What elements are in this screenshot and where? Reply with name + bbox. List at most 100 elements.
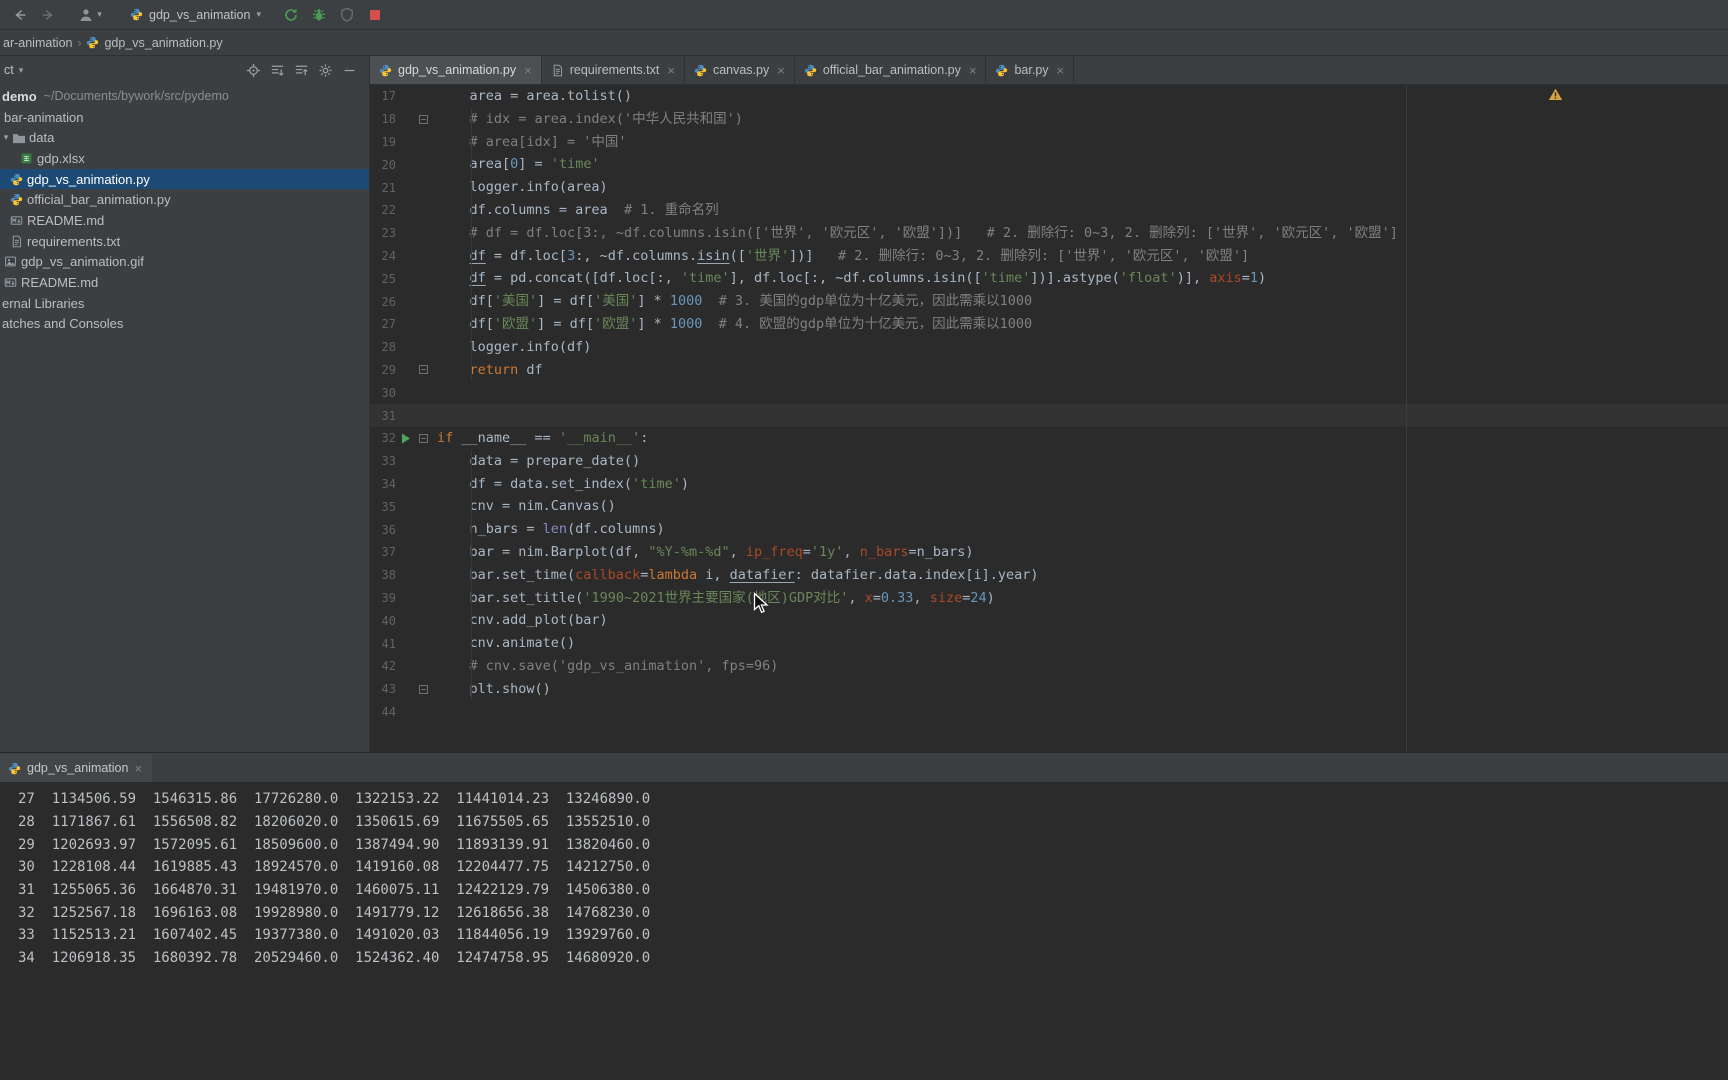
settings-gear-icon[interactable] xyxy=(313,59,337,81)
gutter[interactable]: 31 xyxy=(370,409,437,423)
gutter[interactable]: 24 xyxy=(370,249,437,263)
rerun-button[interactable] xyxy=(277,3,305,27)
code-line-42[interactable]: 42 # cnv.save('gdp_vs_animation', fps=96… xyxy=(370,655,1728,678)
gutter[interactable]: 22 xyxy=(370,203,437,217)
gutter[interactable]: 19 xyxy=(370,135,437,149)
run-console-tab[interactable]: gdp_vs_animation × xyxy=(0,754,153,782)
editor-tab-bar-py[interactable]: bar.py × xyxy=(986,56,1075,84)
gutter[interactable]: 38 xyxy=(370,568,437,582)
code-line-18[interactable]: 18 # idx = area.index('中华人民共和国') xyxy=(370,108,1728,131)
tree-item-ernal-libraries[interactable]: ernal Libraries xyxy=(0,293,369,314)
inspections-warning-icon[interactable] xyxy=(1548,88,1563,101)
close-icon[interactable]: × xyxy=(667,63,675,78)
gutter[interactable]: 39 xyxy=(370,591,437,605)
line-number[interactable]: 26 xyxy=(370,295,396,309)
gutter[interactable]: 18 xyxy=(370,112,437,126)
line-number[interactable]: 22 xyxy=(370,203,396,217)
breadcrumb-item-folder[interactable]: ar-animation xyxy=(3,36,72,50)
gutter[interactable]: 33 xyxy=(370,454,437,468)
chevron-expanded-icon[interactable]: ▾ xyxy=(0,132,12,143)
code-line-34[interactable]: 34 df = data.set_index('time') xyxy=(370,473,1728,496)
run-line-button[interactable] xyxy=(396,433,415,444)
debug-button[interactable] xyxy=(305,3,333,27)
code-line-31[interactable]: 31 xyxy=(370,404,1728,427)
gutter[interactable]: 42 xyxy=(370,659,437,673)
line-number[interactable]: 29 xyxy=(370,363,396,377)
editor-tab-gdp-vs-animation-py[interactable]: gdp_vs_animation.py × xyxy=(370,56,542,84)
tree-item-requirements-txt[interactable]: requirements.txt xyxy=(0,231,369,252)
line-number[interactable]: 17 xyxy=(370,89,396,103)
collapse-all-button[interactable] xyxy=(289,59,313,81)
line-number[interactable]: 19 xyxy=(370,135,396,149)
close-icon[interactable]: × xyxy=(777,63,785,78)
tree-item-gdp-xlsx[interactable]: gdp.xlsx xyxy=(0,148,369,169)
user-menu-button[interactable]: ▾ xyxy=(76,3,104,27)
console-output[interactable]: 27 1134506.59 1546315.86 17726280.0 1322… xyxy=(0,782,1728,1080)
code-line-27[interactable]: 27 df['欧盟'] = df['欧盟'] * 1000 # 4. 欧盟的gd… xyxy=(370,313,1728,336)
code-line-40[interactable]: 40 cnv.add_plot(bar) xyxy=(370,609,1728,632)
gutter[interactable]: 17 xyxy=(370,89,437,103)
gutter[interactable]: 35 xyxy=(370,500,437,514)
code-line-44[interactable]: 44 xyxy=(370,701,1728,724)
gutter[interactable]: 36 xyxy=(370,523,437,537)
code-line-30[interactable]: 30 xyxy=(370,381,1728,404)
gutter[interactable]: 26 xyxy=(370,295,437,309)
line-number[interactable]: 21 xyxy=(370,181,396,195)
gutter[interactable]: 34 xyxy=(370,477,437,491)
close-icon[interactable]: × xyxy=(134,761,142,776)
line-number[interactable]: 41 xyxy=(370,637,396,651)
fold-icon[interactable] xyxy=(415,433,431,443)
gutter[interactable]: 41 xyxy=(370,637,437,651)
line-number[interactable]: 38 xyxy=(370,568,396,582)
gutter[interactable]: 20 xyxy=(370,158,437,172)
gutter[interactable]: 44 xyxy=(370,705,437,719)
fold-icon[interactable] xyxy=(415,684,431,694)
code-line-43[interactable]: 43 plt.show() xyxy=(370,678,1728,701)
line-number[interactable]: 37 xyxy=(370,545,396,559)
code-line-25[interactable]: 25 df = pd.concat([df.loc[:, 'time'], df… xyxy=(370,267,1728,290)
line-number[interactable]: 28 xyxy=(370,340,396,354)
gutter[interactable]: 27 xyxy=(370,317,437,331)
line-number[interactable]: 43 xyxy=(370,682,396,696)
gutter[interactable]: 23 xyxy=(370,226,437,240)
gutter[interactable]: 25 xyxy=(370,272,437,286)
code-line-38[interactable]: 38 bar.set_time(callback=lambda i, dataf… xyxy=(370,564,1728,587)
line-number[interactable]: 27 xyxy=(370,317,396,331)
tree-item-gdp-vs-animation-gif[interactable]: gdp_vs_animation.gif xyxy=(0,252,369,273)
code-line-22[interactable]: 22 df.columns = area # 1. 重命名列 xyxy=(370,199,1728,222)
gutter[interactable]: 40 xyxy=(370,614,437,628)
line-number[interactable]: 36 xyxy=(370,523,396,537)
tree-item-atches-and-consoles[interactable]: atches and Consoles xyxy=(0,314,369,335)
code-line-19[interactable]: 19 # area[idx] = '中国' xyxy=(370,131,1728,154)
stop-button[interactable] xyxy=(361,3,389,27)
code-line-35[interactable]: 35 cnv = nim.Canvas() xyxy=(370,495,1728,518)
code-line-21[interactable]: 21 logger.info(area) xyxy=(370,176,1728,199)
tree-item-official-bar-animation-py[interactable]: official_bar_animation.py xyxy=(0,189,369,210)
forward-button[interactable] xyxy=(34,3,62,27)
line-number[interactable]: 25 xyxy=(370,272,396,286)
code-line-23[interactable]: 23 # df = df.loc[3:, ~df.columns.isin(['… xyxy=(370,222,1728,245)
line-number[interactable]: 44 xyxy=(370,705,396,719)
editor-tab-official-bar-animation-py[interactable]: official_bar_animation.py × xyxy=(795,56,987,84)
close-icon[interactable]: × xyxy=(969,63,977,78)
code-line-33[interactable]: 33 data = prepare_date() xyxy=(370,450,1728,473)
gutter[interactable]: 21 xyxy=(370,181,437,195)
line-number[interactable]: 42 xyxy=(370,659,396,673)
tree-item-readme-md[interactable]: README.md xyxy=(0,210,369,231)
line-number[interactable]: 31 xyxy=(370,409,396,423)
fold-icon[interactable] xyxy=(415,365,431,375)
code-line-28[interactable]: 28 logger.info(df) xyxy=(370,336,1728,359)
code-line-26[interactable]: 26 df['美国'] = df['美国'] * 1000 # 3. 美国的gd… xyxy=(370,290,1728,313)
gutter[interactable]: 29 xyxy=(370,363,437,377)
breadcrumb-item-file[interactable]: gdp_vs_animation.py xyxy=(86,36,223,50)
line-number[interactable]: 33 xyxy=(370,454,396,468)
code-editor[interactable]: 17 area = area.tolist() 18 # idx = area.i… xyxy=(370,85,1728,752)
gutter[interactable]: 32 xyxy=(370,431,437,445)
editor-tab-canvas-py[interactable]: canvas.py × xyxy=(685,56,795,84)
line-number[interactable]: 40 xyxy=(370,614,396,628)
gutter[interactable]: 28 xyxy=(370,340,437,354)
gutter[interactable]: 30 xyxy=(370,386,437,400)
back-button[interactable] xyxy=(6,3,34,27)
line-number[interactable]: 34 xyxy=(370,477,396,491)
editor-tab-requirements-txt[interactable]: requirements.txt × xyxy=(542,56,685,84)
